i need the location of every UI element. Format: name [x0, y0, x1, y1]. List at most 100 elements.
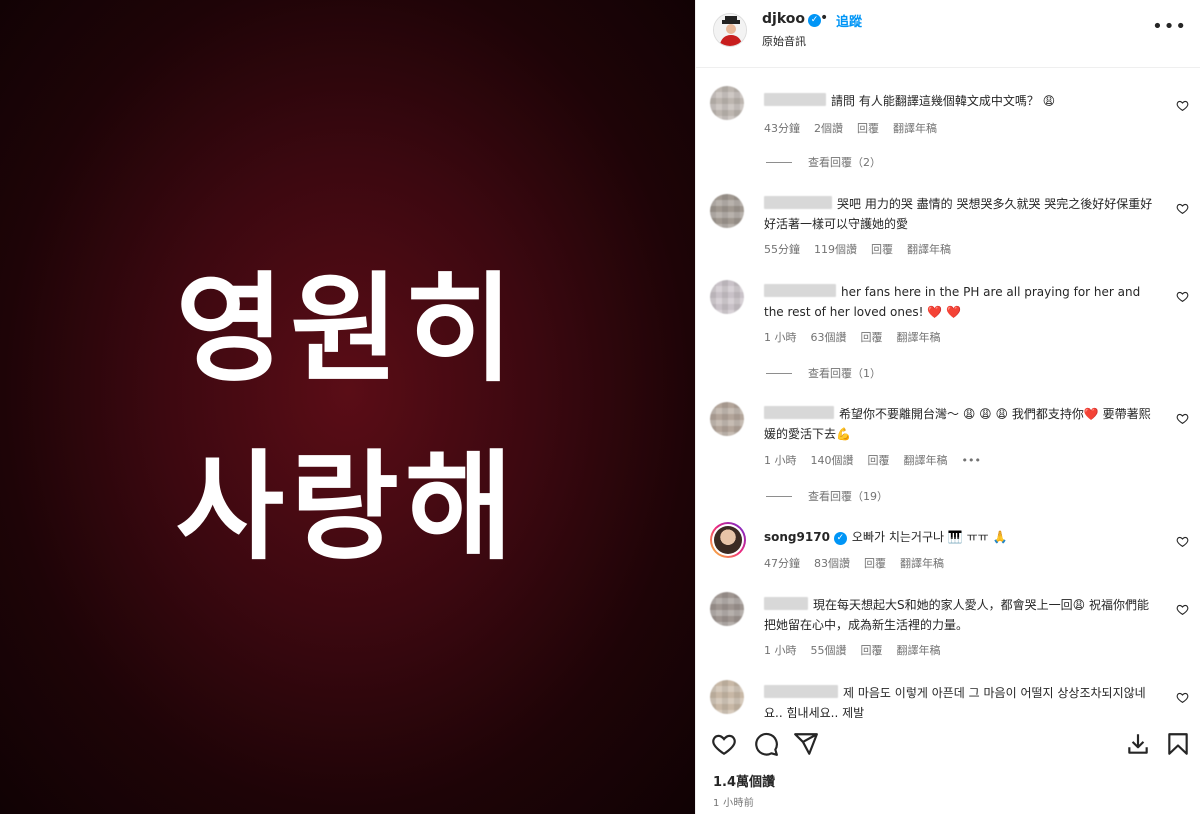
- comment-like-heart-icon[interactable]: [1176, 603, 1189, 616]
- comment-meta: 1 小時 140個讚 回覆 翻譯年稿 •••: [764, 452, 995, 468]
- comment-time: 55分鐘: [764, 243, 800, 256]
- post-header: djkoo ✓ • 追蹤 原始音訊 •••: [696, 0, 1200, 68]
- blurred-username[interactable]: [764, 93, 826, 106]
- view-replies-button[interactable]: 查看回覆（19）: [766, 488, 888, 504]
- comment-like-heart-icon[interactable]: [1176, 412, 1189, 425]
- replies-line: [766, 373, 792, 374]
- view-replies-button[interactable]: 查看回覆（2）: [766, 154, 881, 170]
- commenter-avatar[interactable]: [710, 592, 744, 626]
- comment-text: 希望你不要離開台灣～ 😩 😩 😩 我們都支持你❤️ 要帶著熙媛的愛活下去💪: [764, 404, 1159, 444]
- commenter-avatar[interactable]: [710, 680, 744, 714]
- original-audio-link[interactable]: 原始音訊: [762, 33, 806, 49]
- comment-time: 1 小時: [764, 454, 797, 467]
- comment-body-a: 現在每天想起大S和她的家人愛人，都會哭上一回: [813, 598, 1073, 612]
- verified-badge-icon: ✓: [833, 532, 847, 545]
- commenter-avatar[interactable]: [710, 86, 744, 120]
- heart-icon[interactable]: [711, 731, 737, 757]
- comment-time: 43分鐘: [764, 122, 800, 135]
- commenter-username[interactable]: song9170: [764, 530, 830, 544]
- view-replies-button[interactable]: 查看回覆（1）: [766, 365, 881, 381]
- comment-reply-button[interactable]: 回覆: [861, 331, 883, 344]
- follow-button[interactable]: 追蹤: [836, 11, 862, 30]
- comment-time: 1 小時: [764, 644, 797, 657]
- comment-meta: 1 小時 55個讚 回覆 翻譯年稿: [764, 642, 955, 658]
- comment-likes[interactable]: 119個讚: [814, 243, 857, 256]
- comment-translate-button[interactable]: 翻譯年稿: [897, 644, 941, 657]
- comment-like-heart-icon[interactable]: [1176, 202, 1189, 215]
- blurred-username[interactable]: [764, 406, 834, 419]
- image-text-line1: 영원히: [175, 260, 520, 398]
- image-text-line2: 사랑해: [175, 438, 520, 576]
- blurred-username[interactable]: [764, 284, 836, 297]
- blurred-username[interactable]: [764, 597, 808, 610]
- comment-translate-button[interactable]: 翻譯年稿: [897, 331, 941, 344]
- comment-likes[interactable]: 2個讚: [814, 122, 843, 135]
- commenter-avatar[interactable]: [710, 194, 744, 228]
- comment-text: song9170 ✓ 오빠가 치는거구나 🎹 ㅠㅠ 🙏: [764, 527, 1159, 547]
- download-icon[interactable]: [1125, 731, 1151, 757]
- comment-more-icon[interactable]: •••: [962, 454, 981, 467]
- comment-emoji-a: 😩: [1072, 598, 1086, 612]
- comment-translate-button[interactable]: 翻譯年稿: [893, 122, 937, 135]
- comment-text: 제 마음도 이렇게 아픈데 그 마음이 어떨지 상상조차되지않네요.. 힘내세요…: [764, 683, 1159, 718]
- comment-meta: 1 小時 63個讚 回覆 翻譯年稿: [764, 329, 955, 345]
- comment-body: 請問 有人能翻譯這幾個韓文成中文嗎？: [831, 94, 1039, 108]
- more-options-icon[interactable]: •••: [1152, 16, 1187, 37]
- post-action-bar: [696, 723, 1200, 763]
- comment-reply-button[interactable]: 回覆: [857, 122, 879, 135]
- author-avatar[interactable]: [713, 13, 747, 47]
- comment-like-heart-icon[interactable]: [1176, 535, 1189, 548]
- comment-text: 請問 有人能翻譯這幾個韓文成中文嗎？ 😩: [764, 91, 1159, 111]
- comment-body: 오빠가 치는거구나: [851, 530, 945, 544]
- comment-reply-button[interactable]: 回覆: [871, 243, 893, 256]
- view-replies-label[interactable]: 查看回覆（1）: [808, 367, 881, 380]
- post-image: 영원히 사랑해: [0, 0, 695, 814]
- comment-emoji-c: 💪: [836, 427, 851, 441]
- story-ring-avatar[interactable]: [710, 522, 746, 558]
- header-separator: •: [820, 10, 829, 26]
- blurred-username[interactable]: [764, 196, 832, 209]
- commenter-avatar[interactable]: [710, 280, 744, 314]
- comment-emoji: 🎹 ㅠㅠ 🙏: [947, 530, 1008, 544]
- comment-translate-button[interactable]: 翻譯年稿: [900, 557, 944, 570]
- comment-body-b: 我們都支持你: [1011, 407, 1084, 421]
- comment-emoji: ❤️ ❤️: [927, 305, 961, 319]
- comment-reply-button[interactable]: 回覆: [868, 454, 890, 467]
- comment-like-heart-icon[interactable]: [1176, 691, 1189, 704]
- comment-reply-button[interactable]: 回覆: [861, 644, 883, 657]
- author-username-row[interactable]: djkoo ✓: [762, 11, 821, 27]
- author-username[interactable]: djkoo: [762, 11, 805, 27]
- comment-text: 現在每天想起大S和她的家人愛人，都會哭上一回😩 祝福你們能把她留在心中，成為新生…: [764, 595, 1159, 635]
- commenter-photo: [714, 526, 742, 554]
- comment-likes[interactable]: 55個讚: [811, 644, 847, 657]
- comment-meta: 47分鐘 83個讚 回覆 翻譯年稿: [764, 555, 958, 571]
- comment-translate-button[interactable]: 翻譯年稿: [907, 243, 951, 256]
- comment-like-heart-icon[interactable]: [1176, 290, 1189, 303]
- comment-meta: 43分鐘 2個讚 回覆 翻譯年稿: [764, 120, 951, 136]
- comment-reply-button[interactable]: 回覆: [864, 557, 886, 570]
- avatar-inner: [712, 524, 744, 556]
- comment-text: her fans here in the PH are all praying …: [764, 282, 1159, 322]
- comment-text: 哭吧 用力的哭 盡情的 哭想哭多久就哭 哭完之後好好保重好好活著一樣可以守護她的…: [764, 194, 1159, 234]
- comment-body-a: 希望你不要離開台灣～: [839, 407, 960, 421]
- comment-likes[interactable]: 140個讚: [811, 454, 854, 467]
- share-icon[interactable]: [793, 731, 819, 757]
- blurred-username[interactable]: [764, 685, 838, 698]
- comment-translate-button[interactable]: 翻譯年稿: [904, 454, 948, 467]
- comment-like-heart-icon[interactable]: [1176, 99, 1189, 112]
- comment-emoji-a: 😩 😩 😩: [962, 407, 1009, 421]
- comment-time: 1 小時: [764, 331, 797, 344]
- comments-list[interactable]: 請問 有人能翻譯這幾個韓文成中文嗎？ 😩 43分鐘 2個讚 回覆 翻譯年稿 查看回覆（…: [696, 68, 1200, 718]
- comment-time: 47分鐘: [764, 557, 800, 570]
- post-timestamp: 1 小時前: [713, 798, 755, 809]
- commenter-avatar[interactable]: [710, 402, 744, 436]
- view-replies-label[interactable]: 查看回覆（2）: [808, 156, 881, 169]
- post-sidebar: djkoo ✓ • 追蹤 原始音訊 ••• 請問 有人能翻譯這幾個韓文成中文嗎？ …: [695, 0, 1200, 814]
- post-like-count[interactable]: 1.4萬個讚: [713, 771, 775, 790]
- comment-emoji: 😩: [1042, 94, 1056, 108]
- view-replies-label[interactable]: 查看回覆（19）: [808, 490, 888, 503]
- comment-likes[interactable]: 83個讚: [814, 557, 850, 570]
- comment-icon[interactable]: [753, 731, 779, 757]
- comment-likes[interactable]: 63個讚: [811, 331, 847, 344]
- bookmark-icon[interactable]: [1165, 731, 1191, 757]
